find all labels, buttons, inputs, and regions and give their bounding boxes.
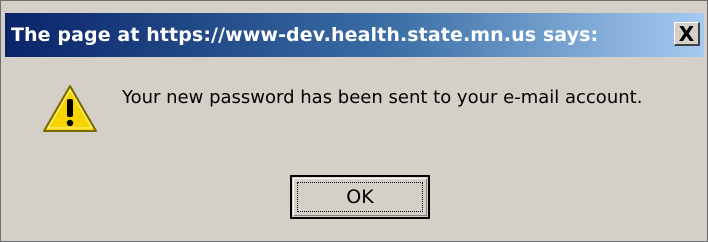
dialog-message: Your new password has been sent to your … [122, 87, 643, 108]
close-button[interactable]: X [674, 22, 700, 46]
alert-dialog: The page at https://www-dev.health.state… [0, 0, 708, 242]
close-icon: X [678, 21, 695, 46]
warning-icon [43, 85, 97, 132]
dialog-title: The page at https://www-dev.health.state… [11, 24, 599, 46]
ok-button[interactable]: OK [290, 175, 430, 219]
ok-button-label: OK [346, 186, 374, 208]
title-bar[interactable]: The page at https://www-dev.health.state… [5, 13, 704, 57]
